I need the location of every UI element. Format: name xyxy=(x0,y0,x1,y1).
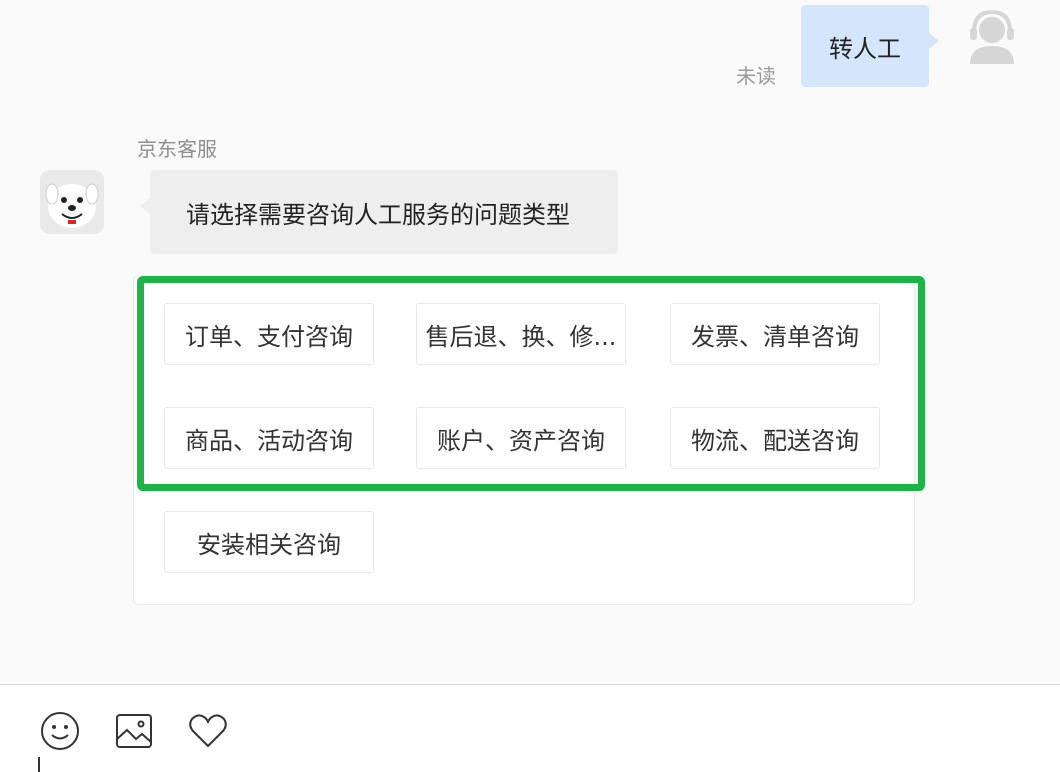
option-label: 物流、配送咨询 xyxy=(691,426,859,455)
incoming-message-text: 请选择需要咨询人工服务的问题类型 xyxy=(186,200,570,229)
jd-joy-dog-icon xyxy=(40,170,104,234)
option-label: 安装相关咨询 xyxy=(197,530,341,559)
sender-name: 京东客服 xyxy=(137,137,217,161)
option-label: 账户、资产咨询 xyxy=(437,426,605,455)
incoming-message-bubble: 请选择需要咨询人工服务的问题类型 xyxy=(140,170,618,254)
option-logistics[interactable]: 物流、配送咨询 xyxy=(670,407,880,469)
option-order-payment[interactable]: 订单、支付咨询 xyxy=(164,303,374,365)
option-product-promo[interactable]: 商品、活动咨询 xyxy=(164,407,374,469)
option-after-sales[interactable]: 售后退、换、修... xyxy=(416,303,626,365)
option-label: 商品、活动咨询 xyxy=(185,426,353,455)
agent-headset-icon xyxy=(970,9,1014,64)
option-label: 订单、支付咨询 xyxy=(185,322,353,351)
emoji-icon[interactable] xyxy=(38,709,82,753)
option-installation[interactable]: 安装相关咨询 xyxy=(164,511,374,573)
input-toolbar xyxy=(0,685,1060,772)
image-icon[interactable] xyxy=(112,709,156,753)
text-cursor[interactable] xyxy=(38,757,40,772)
outgoing-message-bubble: 转人工 xyxy=(801,5,939,87)
option-label: 发票、清单咨询 xyxy=(691,322,859,351)
option-account-assets[interactable]: 账户、资产咨询 xyxy=(416,407,626,469)
heart-icon[interactable] xyxy=(186,709,230,753)
option-invoice[interactable]: 发票、清单咨询 xyxy=(670,303,880,365)
read-status: 未读 xyxy=(736,64,776,88)
outgoing-message-text: 转人工 xyxy=(829,34,901,63)
chat-area: 未读 转人工 京东客服 请选择需要咨询人工服务的问题类型 订单、支付咨询 售后退… xyxy=(0,0,1060,684)
option-label: 售后退、换、修... xyxy=(425,322,617,351)
